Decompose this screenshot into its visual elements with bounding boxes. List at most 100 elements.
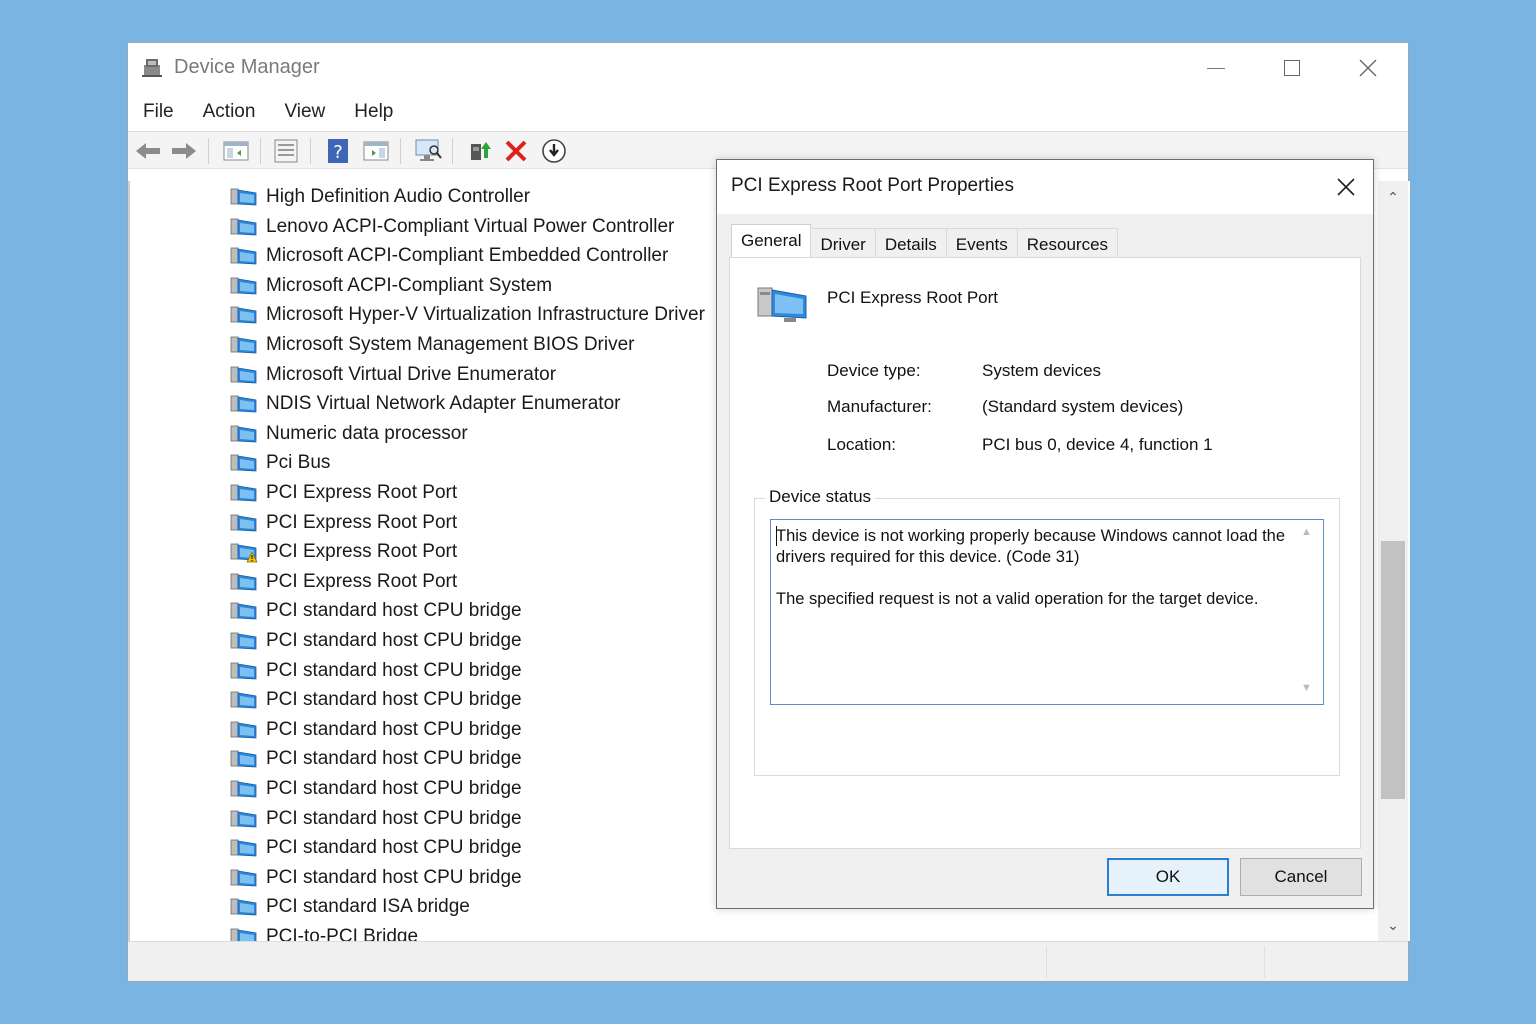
action-pane-button[interactable] (362, 138, 390, 164)
system-device-icon (230, 602, 257, 620)
tree-item-label: PCI standard host CPU bridge (266, 689, 522, 711)
system-device-icon (230, 632, 257, 650)
manufacturer-value: (Standard system devices) (982, 397, 1184, 416)
cancel-button[interactable]: Cancel (1240, 858, 1362, 896)
tree-item[interactable]: Microsoft Hyper-V Virtualization Infrast… (230, 300, 705, 330)
tree-item-label: Pci Bus (266, 452, 331, 474)
tree-item[interactable]: Microsoft ACPI-Compliant Embedded Contro… (230, 241, 668, 271)
device-status-label: Device status (765, 487, 876, 507)
tree-item-label: PCI standard host CPU bridge (266, 837, 522, 859)
dialog-close-button[interactable] (1329, 170, 1363, 204)
tab-resources[interactable]: Resources (1016, 228, 1119, 258)
tree-item[interactable]: PCI Express Root Port (230, 478, 457, 508)
tree-item[interactable]: High Definition Audio Controller (230, 182, 530, 212)
tree-item[interactable]: Microsoft System Management BIOS Driver (230, 330, 635, 360)
tree-item[interactable]: PCI standard ISA bridge (230, 892, 470, 922)
menu-file[interactable]: File (128, 97, 187, 129)
tab-events[interactable]: Events (945, 228, 1018, 258)
tree-item-label: PCI standard ISA bridge (266, 896, 470, 918)
tab-details[interactable]: Details (874, 228, 947, 258)
update-driver-button[interactable] (466, 138, 494, 164)
tab-driver[interactable]: Driver (810, 228, 876, 258)
close-icon (1337, 178, 1355, 196)
tree-item[interactable]: PCI standard host CPU bridge (230, 626, 522, 656)
tree-item[interactable]: PCI Express Root Port (230, 508, 457, 538)
tree-item[interactable]: PCI standard host CPU bridge (230, 685, 522, 715)
tree-item[interactable]: PCI standard host CPU bridge (230, 744, 522, 774)
system-device-icon (230, 247, 257, 265)
system-device-icon (230, 366, 257, 384)
console-tree-button[interactable] (222, 138, 250, 164)
properties-icon (274, 139, 298, 163)
tree-item[interactable]: PCI standard host CPU bridge (230, 833, 522, 863)
location-value: PCI bus 0, device 4, function 1 (982, 435, 1213, 454)
toolbar-separator (208, 138, 209, 164)
tree-item-label: PCI standard host CPU bridge (266, 778, 522, 799)
tree-item[interactable]: PCI standard host CPU bridge (230, 715, 522, 745)
tree-item-label: PCI standard host CPU bridge (266, 866, 522, 888)
tree-item[interactable]: PCI standard host CPU bridge (230, 596, 522, 626)
tree-item-label: PCI Express Root Port (266, 511, 458, 533)
tree-item-label: PCI standard host CPU bridge (266, 807, 522, 829)
tree-item[interactable]: PCI standard host CPU bridge (230, 656, 522, 686)
tree-item[interactable]: NDIS Virtual Network Adapter Enumerator (230, 389, 620, 419)
back-button[interactable] (134, 138, 162, 164)
disable-device-button[interactable] (540, 138, 568, 164)
tree-item[interactable]: PCI Express Root Port (230, 537, 457, 567)
menu-help[interactable]: Help (338, 97, 406, 129)
title-bar[interactable]: Device Manager (128, 43, 1408, 91)
tree-item[interactable]: Lenovo ACPI-Compliant Virtual Power Cont… (230, 212, 674, 242)
dialog-tabs: General Driver Details Events Resources (731, 224, 1119, 258)
uninstall-device-button[interactable] (502, 138, 530, 164)
general-tab-panel: PCI Express Root Port Device type: Syste… (729, 257, 1361, 849)
tree-item[interactable]: PCI standard host CPU bridge (230, 863, 522, 893)
tab-general[interactable]: General (731, 224, 812, 258)
maximize-button[interactable] (1262, 49, 1322, 87)
textbox-scroll-up-icon[interactable]: ▲ (1301, 526, 1312, 538)
location-label: Location: (827, 435, 896, 454)
tree-item-label: PCI Express Root Port (266, 482, 458, 503)
textbox-scroll-down-icon[interactable]: ▼ (1301, 682, 1312, 694)
tree-item[interactable]: Numeric data processor (230, 419, 468, 449)
menu-view[interactable]: View (268, 97, 338, 129)
toolbar-separator (452, 138, 453, 164)
tree-item-label: PCI standard host CPU bridge (266, 600, 522, 622)
tree-item-label: PCI Express Root Port (266, 541, 458, 563)
help-icon: ? (328, 139, 348, 163)
properties-button[interactable] (272, 138, 300, 164)
scroll-up-arrow-icon[interactable]: ⌃ (1378, 183, 1408, 211)
minimize-button[interactable] (1186, 49, 1246, 87)
forward-icon (172, 143, 196, 159)
system-device-icon (230, 898, 257, 916)
manufacturer-label: Manufacturer: (827, 397, 932, 416)
show-hide-console-tree-icon (223, 141, 249, 161)
scroll-thumb[interactable] (1381, 541, 1405, 799)
forward-button[interactable] (170, 138, 198, 164)
tree-item-label: PCI-to-PCI Bridge (266, 926, 419, 941)
scroll-down-arrow-icon[interactable]: ⌄ (1378, 911, 1408, 939)
close-button[interactable] (1338, 49, 1398, 87)
menu-action[interactable]: Action (187, 97, 269, 129)
system-device-icon (230, 780, 257, 798)
tree-item[interactable]: PCI standard host CPU bridge (230, 804, 522, 834)
tree-item[interactable]: Pci Bus (230, 448, 330, 478)
system-device-icon (230, 573, 257, 591)
system-device-icon (230, 662, 257, 680)
status-bar-divider (1264, 946, 1265, 978)
tree-item[interactable]: PCI-to-PCI Bridge (230, 922, 418, 941)
device-status-textbox[interactable]: This device is not working properly beca… (770, 519, 1324, 705)
help-button[interactable]: ? (324, 138, 352, 164)
system-device-icon (230, 484, 257, 502)
tree-item[interactable]: Microsoft ACPI-Compliant System (230, 271, 552, 301)
toolbar-separator (310, 138, 311, 164)
system-device-icon (230, 810, 257, 828)
system-device-icon (230, 277, 257, 295)
tree-item[interactable]: Microsoft Virtual Drive Enumerator (230, 360, 556, 390)
ok-button[interactable]: OK (1107, 858, 1229, 896)
dialog-title-bar[interactable]: PCI Express Root Port Properties (717, 160, 1373, 214)
tree-scrollbar[interactable]: ⌃ ⌄ (1378, 181, 1408, 941)
device-warning-icon (230, 543, 258, 563)
tree-item[interactable]: PCI standard host CPU bridge (230, 774, 522, 804)
scan-hardware-button[interactable] (414, 138, 442, 164)
tree-item[interactable]: PCI Express Root Port (230, 567, 457, 597)
